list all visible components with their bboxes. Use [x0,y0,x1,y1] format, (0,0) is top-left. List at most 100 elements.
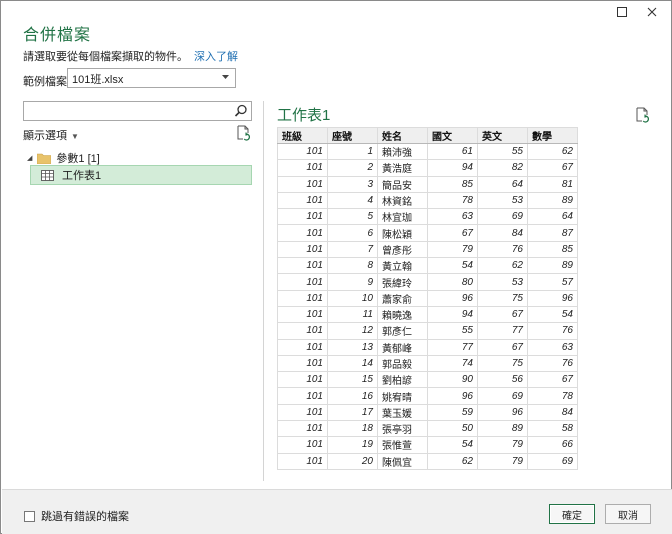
table-cell: 101 [277,142,328,161]
table-cell: 67 [477,338,528,356]
table-cell: 62 [427,452,478,470]
table-cell: 11 [327,305,378,324]
table-row: 101 2 黃浩庭 94 82 67 [277,159,578,177]
table-cell: 67 [527,371,578,389]
table-cell: 55 [477,142,528,161]
close-button[interactable] [641,3,663,21]
table-cell: 69 [527,452,578,470]
table-cell: 林資銘 [377,191,428,210]
table-cell: 15 [327,371,378,389]
skip-errors-checkbox[interactable] [24,510,35,522]
display-options-label: 顯示選項 [23,130,67,142]
table-row: 101 14 郭品毅 74 75 76 [277,354,578,373]
search-box [23,101,252,121]
table-cell: 賴曉逸 [377,305,428,324]
table-cell: 13 [327,338,378,356]
table-cell: 62 [527,142,578,161]
table-cell: 張緯玲 [377,273,428,291]
table-cell: 19 [327,436,378,454]
table-cell: 76 [527,354,578,373]
expand-triangle-icon[interactable]: ◢ [27,154,32,162]
refresh-icon[interactable] [237,125,251,141]
table-row: 101 4 林資銘 78 53 89 [277,191,578,210]
table-cell: 101 [277,257,328,275]
table-cell: 101 [277,371,328,389]
table-row: 101 5 林宜珈 63 69 64 [277,208,578,226]
table-cell: 96 [427,387,478,405]
table-cell: 101 [277,420,328,438]
table-row: 101 16 姚宥晴 96 69 78 [277,387,578,405]
table-cell: 84 [527,403,578,422]
table-cell: 101 [277,175,328,193]
table-cell: 101 [277,273,328,291]
table-cell: 曾彥彤 [377,240,428,259]
skip-errors-label: 跳過有錯誤的檔案 [41,511,129,523]
table-cell: 郭彥仁 [377,322,428,340]
table-row: 101 6 陳松穎 67 84 87 [277,224,578,242]
table-cell: 張惟萱 [377,436,428,454]
maximize-icon [617,7,627,17]
table-cell: 姚宥晴 [377,387,428,405]
table-cell: 10 [327,289,378,307]
table-cell: 82 [477,159,528,177]
table-row: 101 12 郭彥仁 55 77 76 [277,322,578,340]
column-header: 英文 [477,127,528,144]
table-cell: 9 [327,273,378,291]
table-cell: 53 [477,191,528,210]
table-cell: 85 [527,240,578,259]
table-cell: 101 [277,387,328,405]
table-cell: 葉玉媛 [377,403,428,422]
table-cell: 101 [277,191,328,210]
folder-icon [37,153,52,164]
chevron-down-icon [222,75,229,79]
tree-sheet-item[interactable]: 工作表1 [30,165,252,185]
table-cell: 62 [477,257,528,275]
tree-folder-item[interactable]: ◢ 參數1 [1] [27,150,100,166]
table-cell: 陳松穎 [377,224,428,242]
table-cell: 101 [277,322,328,340]
table-cell: 7 [327,240,378,259]
table-cell: 16 [327,387,378,405]
ok-button[interactable]: 確定 [549,504,595,524]
table-cell: 89 [527,191,578,210]
table-row: 101 17 葉玉媛 59 96 84 [277,403,578,422]
table-cell: 12 [327,322,378,340]
search-input[interactable] [24,102,224,120]
column-header: 數學 [527,127,578,144]
table-cell: 8 [327,257,378,275]
caret-down-icon: ▼ [71,132,79,141]
table-row: 101 10 蕭家俞 96 75 96 [277,289,578,307]
table-cell: 57 [527,273,578,291]
table-cell: 張亭羽 [377,420,428,438]
table-cell: 69 [477,387,528,405]
table-cell: 101 [277,289,328,307]
table-row: 101 11 賴曉逸 94 67 54 [277,305,578,324]
table-row: 101 8 黃立翰 54 62 89 [277,257,578,275]
refresh-preview-icon[interactable] [636,107,650,123]
table-cell: 101 [277,436,328,454]
table-cell: 56 [477,371,528,389]
sample-file-value: 101班.xlsx [72,74,124,86]
table-cell: 54 [527,305,578,324]
pane-divider[interactable] [263,101,264,481]
sample-file-dropdown[interactable]: 101班.xlsx [67,68,236,88]
table-cell: 79 [477,436,528,454]
table-cell: 78 [427,191,478,210]
table-row: 101 7 曾彥彤 79 76 85 [277,240,578,259]
table-row: 101 13 黃郁峰 77 67 63 [277,338,578,356]
table-cell: 67 [527,159,578,177]
cancel-button[interactable]: 取消 [605,504,651,524]
column-header: 國文 [427,127,478,144]
table-cell: 76 [477,240,528,259]
sample-file-label: 範例檔案: [23,76,71,88]
display-options-dropdown[interactable]: 顯示選項 ▼ [23,127,79,143]
table-cell: 96 [527,289,578,307]
table-cell: 80 [427,273,478,291]
table-cell: 郭品毅 [377,354,428,373]
table-cell: 96 [427,289,478,307]
learn-more-link[interactable]: 深入了解 [194,51,238,63]
table-cell: 55 [427,322,478,340]
maximize-button[interactable] [611,3,633,21]
table-cell: 黃郁峰 [377,338,428,356]
table-cell: 4 [327,191,378,210]
